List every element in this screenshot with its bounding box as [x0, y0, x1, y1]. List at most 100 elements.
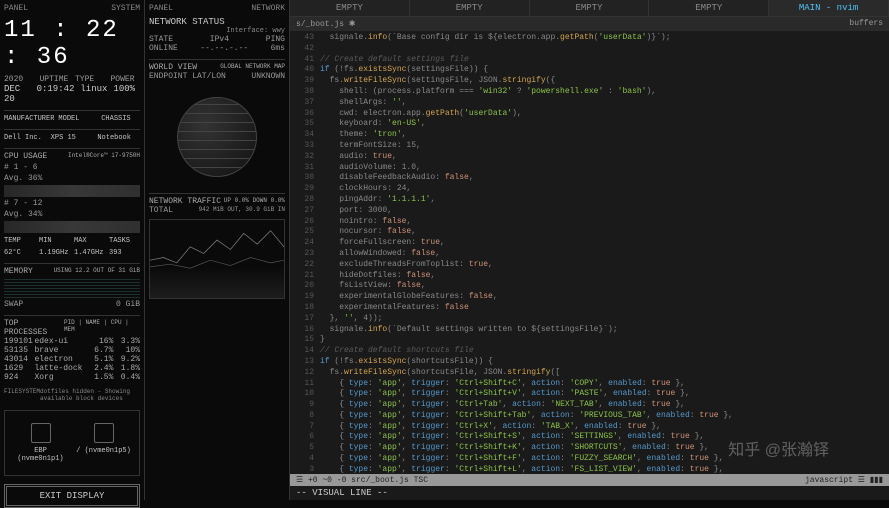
- date-value: DEC 20: [4, 84, 31, 104]
- code-area[interactable]: 43 signale.info(`Base config dir is ${el…: [290, 31, 889, 474]
- interface-label: Interface: wwy: [149, 27, 285, 35]
- mfg-header: CHASSIS: [101, 115, 140, 123]
- traffic-sub: UP 0.0% DOWN 0.0%: [224, 197, 285, 206]
- process-mem: 1.8%: [113, 364, 140, 373]
- net-key2: 6ms: [271, 44, 285, 53]
- status-right: javascript ☰ ▮▮▮: [805, 475, 883, 485]
- code-line[interactable]: 18 experimentalFeatures: false: [294, 303, 885, 314]
- code-line[interactable]: 42: [294, 44, 885, 55]
- process-cpu: 2.4%: [87, 364, 114, 373]
- net-key: ONLINE: [149, 44, 178, 53]
- editor-tab[interactable]: EMPTY: [290, 0, 410, 16]
- panel-label: PANEL: [149, 4, 173, 13]
- process-pid: 924: [4, 373, 34, 382]
- code-line[interactable]: 21 hideDotfiles: false,: [294, 271, 885, 282]
- cpu-group-avg: Avg. 34%: [4, 210, 140, 219]
- temp-header: MIN: [39, 237, 70, 245]
- code-line[interactable]: 8 { type: 'app', trigger: 'Ctrl+Shift+Ta…: [294, 411, 885, 422]
- editor-tab[interactable]: MAIN - nvim: [769, 0, 889, 16]
- process-row[interactable]: 53135brave6.7%10%: [4, 346, 140, 355]
- drive-icon: [31, 423, 51, 443]
- code-line[interactable]: 36 cwd: electron.app.getPath('userData')…: [294, 109, 885, 120]
- process-row[interactable]: 199101edex-ui16%3.3%: [4, 337, 140, 346]
- watermark: 知乎 @张瀚铎: [728, 436, 829, 460]
- code-line[interactable]: 34 theme: 'tron',: [294, 130, 885, 141]
- editor-tab[interactable]: EMPTY: [530, 0, 650, 16]
- code-line[interactable]: 35 keyboard: 'en-US',: [294, 119, 885, 130]
- network-panel: PANELNETWORK NETWORK STATUS Interface: w…: [145, 0, 290, 500]
- code-line[interactable]: 31 audioVolume: 1.0,: [294, 163, 885, 174]
- code-line[interactable]: 38 shell: (process.platform === 'win32' …: [294, 87, 885, 98]
- clock: 11 : 22 : 36: [4, 17, 140, 71]
- code-line[interactable]: 12 fs.writeFileSync(shortcutsFile, JSON.…: [294, 368, 885, 379]
- code-line[interactable]: 26 nointro: false,: [294, 217, 885, 228]
- code-line[interactable]: 9 { type: 'app', trigger: 'Ctrl+Tab', ac…: [294, 400, 885, 411]
- drive-item[interactable]: EBP (nvme0n1p1): [13, 423, 68, 463]
- code-line[interactable]: 16 signale.info(`Default settings writte…: [294, 325, 885, 336]
- mfg-value: Notebook: [97, 134, 140, 142]
- code-line[interactable]: 20 fsListView: false,: [294, 281, 885, 292]
- code-line[interactable]: 32 audio: true,: [294, 152, 885, 163]
- code-line[interactable]: 23 allowWindowed: false,: [294, 249, 885, 260]
- editor-pane: EMPTYEMPTYEMPTYEMPTYMAIN - nvim s/_boot.…: [290, 0, 889, 500]
- network-label: NETWORK: [251, 4, 285, 13]
- mfg-value: Dell Inc.: [4, 134, 47, 142]
- code-line[interactable]: 41// Create default settings file: [294, 55, 885, 66]
- code-line[interactable]: 14// Create default shortcuts file: [294, 346, 885, 357]
- filesystem-header: FILESYSTEM: [4, 388, 40, 402]
- code-line[interactable]: 7 { type: 'app', trigger: 'Ctrl+X', acti…: [294, 422, 885, 433]
- memory-graph: [4, 278, 140, 298]
- code-line[interactable]: 25 nocursor: false,: [294, 227, 885, 238]
- cpu-sparkline: [4, 221, 140, 233]
- code-line[interactable]: 17 }, '', 4));: [294, 314, 885, 325]
- temp-header: TASKS: [109, 237, 140, 245]
- process-mem: 3.3%: [113, 337, 140, 346]
- editor-tab[interactable]: EMPTY: [410, 0, 530, 16]
- code-line[interactable]: 15}: [294, 335, 885, 346]
- process-mem: 9.2%: [113, 355, 140, 364]
- mfg-value: XPS 15: [51, 134, 94, 142]
- temp-value: 393: [109, 249, 140, 257]
- code-line[interactable]: 22 excludeThreadsFromToplist: true,: [294, 260, 885, 271]
- code-line[interactable]: 29 clockHours: 24,: [294, 184, 885, 195]
- code-line[interactable]: 10 { type: 'app', trigger: 'Ctrl+Shift+V…: [294, 389, 885, 400]
- code-line[interactable]: 40if (!fs.existsSync(settingsFile)) {: [294, 65, 885, 76]
- process-cpu: 5.1%: [87, 355, 114, 364]
- processes-cols: PID | NAME | CPU | MEM: [64, 319, 140, 337]
- code-line[interactable]: 33 termFontSize: 15,: [294, 141, 885, 152]
- world-view-header: WORLD VIEW: [149, 63, 197, 72]
- code-line[interactable]: 28 pingAddr: '1.1.1.1',: [294, 195, 885, 206]
- code-line[interactable]: 13if (!fs.existsSync(shortcutsFile)) {: [294, 357, 885, 368]
- cpu-model: Intel®Core™ i7-9750H: [68, 152, 140, 161]
- code-line[interactable]: 11 { type: 'app', trigger: 'Ctrl+Shift+C…: [294, 379, 885, 390]
- drive-item[interactable]: / (nvme0n1p5): [76, 423, 131, 463]
- drive-label: EBP (nvme0n1p1): [13, 447, 68, 463]
- temp-value: 62°C: [4, 249, 35, 257]
- net-value: --.--.-.--: [200, 44, 248, 53]
- filesystem-sub: dotfiles hidden - Showing available bloc…: [40, 388, 140, 402]
- process-row[interactable]: 1629latte-dock2.4%1.8%: [4, 364, 140, 373]
- code-line[interactable]: 19 experimentalGlobeFeatures: false,: [294, 292, 885, 303]
- net-key2: PING: [266, 35, 285, 44]
- code-line[interactable]: 3 { type: 'app', trigger: 'Ctrl+Shift+L'…: [294, 465, 885, 474]
- exit-button[interactable]: EXIT DISPLAY: [4, 484, 140, 508]
- temp-value: 1.47GHz: [74, 249, 105, 257]
- date-value: 0:19:42: [37, 84, 75, 104]
- editor-tab[interactable]: EMPTY: [649, 0, 769, 16]
- code-line[interactable]: 39 fs.writeFileSync(settingsFile, JSON.s…: [294, 76, 885, 87]
- memory-header: MEMORY: [4, 267, 33, 276]
- code-line[interactable]: 37 shellArgs: '',: [294, 98, 885, 109]
- cpu-group-label: # 7 - 12: [4, 199, 140, 208]
- code-line[interactable]: 24 forceFullscreen: true,: [294, 238, 885, 249]
- process-mem: 10%: [113, 346, 140, 355]
- process-row[interactable]: 43014electron5.1%9.2%: [4, 355, 140, 364]
- buffers-label: buffers: [849, 19, 883, 29]
- process-pid: 53135: [4, 346, 34, 355]
- cpu-header: CPU USAGE: [4, 152, 47, 161]
- network-row: ONLINE --.--.-.-- 6ms: [149, 44, 285, 53]
- process-row[interactable]: 924Xorg1.5%0.4%: [4, 373, 140, 382]
- traffic-total-value: 942 MiB OUT, 30.9 GiB IN: [199, 206, 285, 215]
- code-line[interactable]: 43 signale.info(`Base config dir is ${el…: [294, 33, 885, 44]
- code-line[interactable]: 30 disableFeedbackAudio: false,: [294, 173, 885, 184]
- code-line[interactable]: 27 port: 3000,: [294, 206, 885, 217]
